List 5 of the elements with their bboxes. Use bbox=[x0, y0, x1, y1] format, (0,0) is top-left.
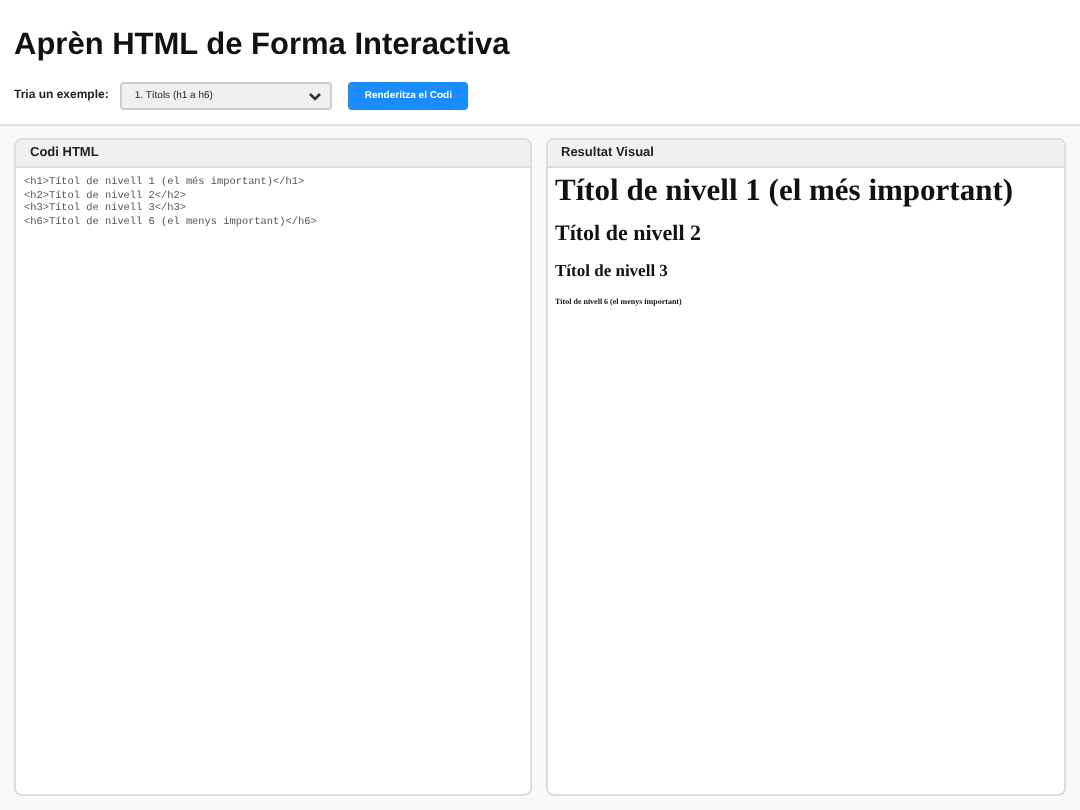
rendered-heading: Títol de nivell 1 (el més important) bbox=[555, 174, 1014, 210]
chevron-down-icon bbox=[308, 91, 323, 101]
rendered-heading: Títol de nivell 2 bbox=[555, 222, 702, 246]
rendered-heading: Títol de nivell 3 bbox=[555, 260, 668, 280]
page-title: Aprèn HTML de Forma Interactiva bbox=[14, 28, 512, 64]
